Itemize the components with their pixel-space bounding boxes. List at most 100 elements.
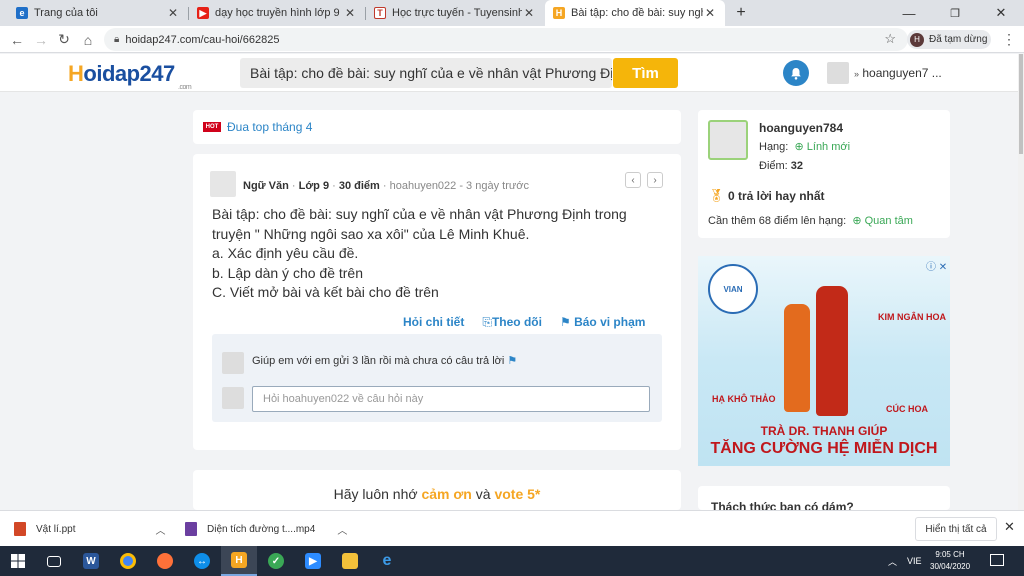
chevron-up-icon[interactable]: ︿	[155, 522, 165, 537]
file-explorer-icon[interactable]	[332, 546, 368, 576]
bookmark-star-icon[interactable]: ☆	[884, 31, 896, 47]
language-indicator[interactable]: VIE	[907, 556, 922, 566]
reminder-mid: và	[471, 486, 495, 502]
show-all-downloads-button[interactable]: Hiển thị tất cả	[915, 517, 997, 541]
question-points: 30 điểm	[338, 180, 380, 192]
youtube-icon: ▶	[197, 7, 209, 19]
back-arrow-icon[interactable]: ←	[6, 26, 28, 53]
bell-icon[interactable]	[783, 60, 809, 86]
teamviewer-icon[interactable]: ↔	[184, 546, 220, 576]
profile-button[interactable]: H Đã tạm dừng	[907, 30, 991, 49]
close-tab-icon[interactable]: ✕	[522, 6, 536, 20]
tab-youtube[interactable]: ▶ dạy học truyền hình lớp 9 bình th ✕	[189, 0, 365, 26]
reminder-thanks: cảm ơn	[421, 486, 472, 502]
best-answers: 0 trả lời hay nhất	[728, 189, 825, 203]
chevron-up-icon[interactable]: ︿	[337, 522, 347, 537]
clock-time: 9:05 CH	[935, 550, 965, 559]
close-tab-icon[interactable]: ✕	[166, 6, 180, 20]
firefox-icon[interactable]	[147, 546, 183, 576]
comment-content: Giúp em với em gửi 3 lần rồi mà chưa có …	[252, 355, 505, 367]
zoom-icon[interactable]: ▶	[295, 546, 331, 576]
logo-h: H	[68, 61, 84, 86]
close-icon[interactable]: ✕	[1004, 519, 1015, 535]
report-link[interactable]: ⚑ Báo vi phạm	[560, 315, 645, 330]
restore-button[interactable]: ❐	[932, 0, 978, 26]
top-month-link[interactable]: Đua top tháng 4	[227, 120, 312, 134]
tab-title: dạy học truyền hình lớp 9 bình th	[215, 7, 343, 19]
url-field[interactable]: 🔒︎ hoidap247.com/cau-hoi/662825 ☆	[104, 28, 908, 51]
close-tab-icon[interactable]: ✕	[703, 6, 717, 20]
site-logo[interactable]: Hoidap247 .com	[68, 61, 192, 91]
commenter-avatar	[222, 352, 244, 374]
tab-hoidap247-active[interactable]: H Bài tập: cho đề bài: suy nghĩ của ✕	[545, 0, 725, 26]
search-input[interactable]: Bài tập: cho đề bài: suy nghĩ của e về n…	[240, 58, 612, 88]
scrollbar-thumb[interactable]	[1019, 54, 1023, 154]
close-window-button[interactable]: ✕	[978, 0, 1024, 26]
ask-detail-link[interactable]: Hỏi chi tiết	[403, 315, 464, 330]
download-filename: Vật lí.ppt	[36, 523, 76, 535]
hoidap-window-icon[interactable]: H	[221, 546, 257, 576]
comment-box: Giúp em với em gửi 3 lần rồi mà chưa có …	[212, 334, 662, 422]
tuyensinh-icon: T	[374, 7, 386, 19]
reminder-card: Hãy luôn nhớ cảm ơn và vote 5*	[193, 470, 681, 510]
profile-username[interactable]: hoanguyen784	[759, 121, 843, 135]
firefox-glyph	[157, 553, 173, 569]
word-icon[interactable]: W	[73, 546, 109, 576]
question-author-time[interactable]: hoahuyen022 - 3 ngày trước	[390, 180, 529, 192]
question-actions: Hỏi chi tiết ⎘Theo dõi ⚑ Báo vi phạm	[403, 315, 645, 330]
profile-avatar[interactable]	[708, 120, 748, 160]
task-view-glyph	[47, 555, 61, 567]
ad-info-close-icon[interactable]: ⓘ ✕	[926, 258, 947, 273]
tab-trang-cua-toi[interactable]: e Trang của tôi ✕	[8, 0, 188, 26]
ppt-file-icon	[14, 522, 26, 536]
teamviewer-glyph: ↔	[194, 553, 210, 569]
asker-avatar[interactable]	[210, 171, 236, 197]
app-icon[interactable]: ✓	[258, 546, 294, 576]
browser-tab-bar: e Trang của tôi ✕ ▶ dạy học truyền hình …	[0, 0, 1024, 26]
reminder-pre: Hãy luôn nhớ	[333, 486, 422, 502]
user-avatar[interactable]	[827, 62, 849, 84]
edge-icon[interactable]: e	[369, 546, 405, 576]
user-menu[interactable]: » hoanguyen7 ...	[854, 66, 942, 80]
follow-link[interactable]: ⎘Theo dõi	[482, 315, 542, 330]
my-avatar	[222, 387, 244, 409]
download-item[interactable]: Vật lí.ppt ︿	[14, 511, 165, 547]
question-grade[interactable]: Lớp 9	[299, 180, 329, 192]
taskbar-clock[interactable]: 9:05 CH 30/04/2020	[930, 549, 970, 573]
tray-expand-icon[interactable]: ︿	[888, 555, 897, 568]
question-subject[interactable]: Ngữ Văn	[243, 180, 289, 192]
app-glyph: ✓	[268, 553, 284, 569]
next-question-button[interactable]: ›	[647, 172, 663, 188]
windows-start-icon[interactable]	[0, 546, 36, 576]
minimize-button[interactable]: —	[886, 0, 932, 26]
question-body: Bài tập: cho đề bài: suy nghĩ của e về n…	[212, 205, 652, 303]
ad-ingredient-label: CÚC HOA	[886, 404, 928, 414]
home-icon[interactable]: ⌂	[77, 26, 99, 53]
search-button[interactable]: Tìm	[613, 58, 678, 88]
advertisement-banner[interactable]: VIAN ⓘ ✕ KIM NGÂN HOA HẠ KHÔ THẢO CÚC HO…	[698, 256, 950, 466]
new-tab-button[interactable]: +	[732, 4, 750, 22]
tab-tuyensinh247[interactable]: T Học trực tuyến - Tuyensinh247.co ✕	[366, 0, 544, 26]
profile-rank: Hạng: ⊕ Lính mới	[759, 140, 850, 153]
reminder-vote: vote 5*	[494, 486, 541, 502]
download-item[interactable]: Diện tích đường t....mp4 ︿	[185, 511, 347, 547]
close-tab-icon[interactable]: ✕	[343, 6, 357, 20]
menu-dots-icon[interactable]: ⋮	[998, 26, 1020, 53]
forward-arrow-icon[interactable]: →	[30, 26, 52, 53]
comment-input[interactable]: Hỏi hoahuyen022 về câu hỏi này	[252, 386, 650, 412]
clock-date: 30/04/2020	[930, 562, 971, 571]
comment-text: Giúp em với em gửi 3 lần rồi mà chưa có …	[252, 354, 517, 367]
task-view-icon[interactable]	[36, 546, 72, 576]
top-banner-card: HOT Đua top tháng 4	[193, 110, 681, 144]
prev-question-button[interactable]: ‹	[625, 172, 641, 188]
user-profile-card: hoanguyen784 Hạng: ⊕ Lính mới Điểm: 32 🏅…	[698, 110, 950, 238]
flag-icon[interactable]: ⚑	[507, 355, 517, 367]
reminder-text: Hãy luôn nhớ cảm ơn và vote 5*	[193, 486, 681, 502]
reload-icon[interactable]: ↻	[53, 26, 75, 53]
lock-icon: 🔒︎	[114, 34, 120, 45]
rank-label: Hạng:	[759, 141, 789, 153]
ad-ingredient-label: KIM NGÂN HOA	[878, 312, 946, 322]
notification-icon[interactable]	[990, 554, 1004, 566]
chrome-icon[interactable]	[110, 546, 146, 576]
medal-icon: 🏅︎	[708, 188, 725, 203]
